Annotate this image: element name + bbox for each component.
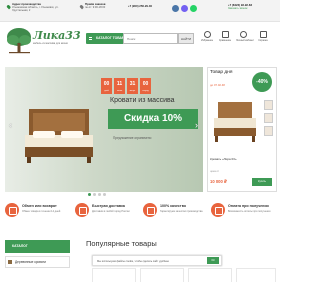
- discount-badge: -40%: [252, 72, 272, 92]
- menu-icon: [89, 37, 92, 40]
- slider-prev-arrow-icon[interactable]: ‹: [9, 120, 12, 130]
- bed-image: [25, 109, 93, 163]
- product-thumb[interactable]: [264, 113, 273, 123]
- slider-dots: [88, 183, 108, 201]
- cookie-notice-text: Мы используем файлы cookie, чтобы сделат…: [97, 260, 169, 263]
- compare-label: Сравнение: [218, 39, 232, 42]
- cookie-notice: Мы используем файлы cookie, чтобы сделат…: [92, 255, 222, 266]
- cart-label: Корзина: [258, 39, 268, 42]
- delivery-icon: [75, 203, 89, 217]
- search-button[interactable]: НАЙТИ: [178, 33, 194, 44]
- sidebar-catalog-header[interactable]: КАТАЛОГ: [5, 240, 70, 253]
- slider-dot[interactable]: [93, 193, 96, 196]
- sales-text: пн-пт: 9:00-18:00: [85, 6, 106, 10]
- account-label: Личный кабинет: [236, 39, 254, 42]
- compare-icon: [221, 31, 229, 38]
- sidebar-item-label: Деревянные кровати: [15, 260, 46, 264]
- product-of-day-image[interactable]: [210, 98, 260, 146]
- timer-minutes-value: 31: [129, 81, 136, 87]
- cookie-ok-button[interactable]: ОК: [207, 257, 219, 264]
- advantage-title: Оплата при получении: [228, 204, 269, 208]
- cart-link[interactable]: Корзина: [256, 31, 270, 47]
- phone-top[interactable]: +7 (900) 256-29-30: [128, 4, 168, 8]
- timer-minutes-unit: минут: [129, 90, 136, 92]
- user-icon: [239, 31, 247, 38]
- advantage-title: 100% качество: [160, 204, 187, 208]
- return-icon: [5, 203, 19, 217]
- advantage-payment: Оплата при получении Возможность оплаты …: [211, 203, 277, 229]
- advantage-return: Обмен или возврат Обмен товара в течении…: [5, 203, 71, 229]
- advantage-title: Обмен или возврат: [22, 204, 57, 208]
- product-of-day-name[interactable]: Кровать «Лира 03»: [210, 157, 237, 161]
- advantage-subtitle: Гарантируем качество производства: [160, 210, 203, 213]
- payment-icon: [211, 203, 225, 217]
- address-block: Адрес производства Ульяновская область, …: [12, 2, 74, 13]
- timer-seconds-value: 00: [142, 81, 149, 87]
- buy-button[interactable]: Купить: [252, 178, 272, 186]
- timer-seconds-unit: секунд: [142, 90, 149, 92]
- advantage-title: Быстрая доставка: [92, 204, 125, 208]
- timer-minutes: 31 минут: [127, 78, 138, 94]
- slider-dot[interactable]: [98, 193, 101, 196]
- whatsapp-icon[interactable]: [190, 5, 197, 12]
- sidebar-item-wooden-beds[interactable]: Деревянные кровати: [5, 256, 70, 268]
- product-of-day-date: до 07.02.48: [210, 83, 225, 87]
- timer-hours-value: 11: [116, 81, 123, 87]
- favorites-label: Избранное: [200, 39, 214, 42]
- product-thumb[interactable]: [264, 126, 273, 136]
- vk-icon[interactable]: [172, 5, 179, 12]
- advantage-subtitle: Возможность оплаты при получении: [228, 210, 271, 213]
- location-pin-icon: [6, 4, 11, 10]
- bed-icon: [8, 260, 12, 264]
- callback-link[interactable]: Заказать звонок: [228, 7, 247, 10]
- search-input[interactable]: [123, 33, 178, 44]
- heart-icon: [203, 31, 211, 38]
- cart-icon: [259, 31, 267, 38]
- advantage-subtitle: Обмен товара в течении 14 дней: [22, 210, 61, 213]
- timer-days-value: 00: [103, 81, 110, 87]
- advantage-delivery: Быстрая доставка Доставим в любой город …: [75, 203, 141, 229]
- timer-hours: 11 часов: [114, 78, 125, 94]
- address-text: Ульяновская область, г. Ульяновск, ул. Х…: [12, 6, 59, 13]
- quality-icon: [143, 203, 157, 217]
- product-of-day-price-label: цена от: [210, 170, 220, 173]
- clock-icon: [79, 4, 84, 10]
- favorites-link[interactable]: Избранное: [200, 31, 214, 47]
- compare-link[interactable]: Сравнение: [218, 31, 232, 47]
- phone-top-link[interactable]: +7 (900) 256-29-30: [128, 4, 168, 8]
- slider-dot[interactable]: [103, 193, 106, 196]
- product-of-day-price: 10 000 ₽: [210, 179, 227, 184]
- timer-seconds: 00 секунд: [140, 78, 151, 94]
- viber-icon[interactable]: [181, 5, 188, 12]
- sales-block: Приём заказов пн-пт: 9:00-18:00: [85, 2, 125, 10]
- slider-dot[interactable]: [88, 193, 91, 196]
- timer-hours-unit: часов: [116, 90, 123, 92]
- slider-next-arrow-icon[interactable]: ›: [195, 120, 198, 130]
- popular-products-title: Популярные товары: [86, 239, 157, 248]
- hero-title: Кровати из массива: [110, 97, 175, 104]
- phone-right[interactable]: +7 (8422) 93-92-83 Заказать звонок: [228, 3, 278, 10]
- hero-subtitle: Предложение ограничено: [113, 136, 152, 140]
- logo-text[interactable]: Лика33: [33, 29, 81, 42]
- timer-days: 00 дней: [101, 78, 112, 94]
- top-info-bar: Адрес производства Ульяновская область, …: [0, 0, 280, 22]
- timer-days-unit: дней: [104, 90, 109, 92]
- advantage-quality: 100% качество Гарантируем качество произ…: [143, 203, 209, 229]
- advantage-subtitle: Доставим в любой город России: [92, 210, 130, 213]
- product-thumb[interactable]: [264, 100, 273, 110]
- logo-subtitle: мебель из массива для жизни: [33, 42, 68, 45]
- account-link[interactable]: Личный кабинет: [236, 31, 254, 47]
- sidebar-catalog-label: КАТАЛОГ: [12, 244, 28, 248]
- hero-discount: Скидка 10%: [108, 109, 198, 129]
- product-of-day-title: Товар дня: [210, 70, 233, 75]
